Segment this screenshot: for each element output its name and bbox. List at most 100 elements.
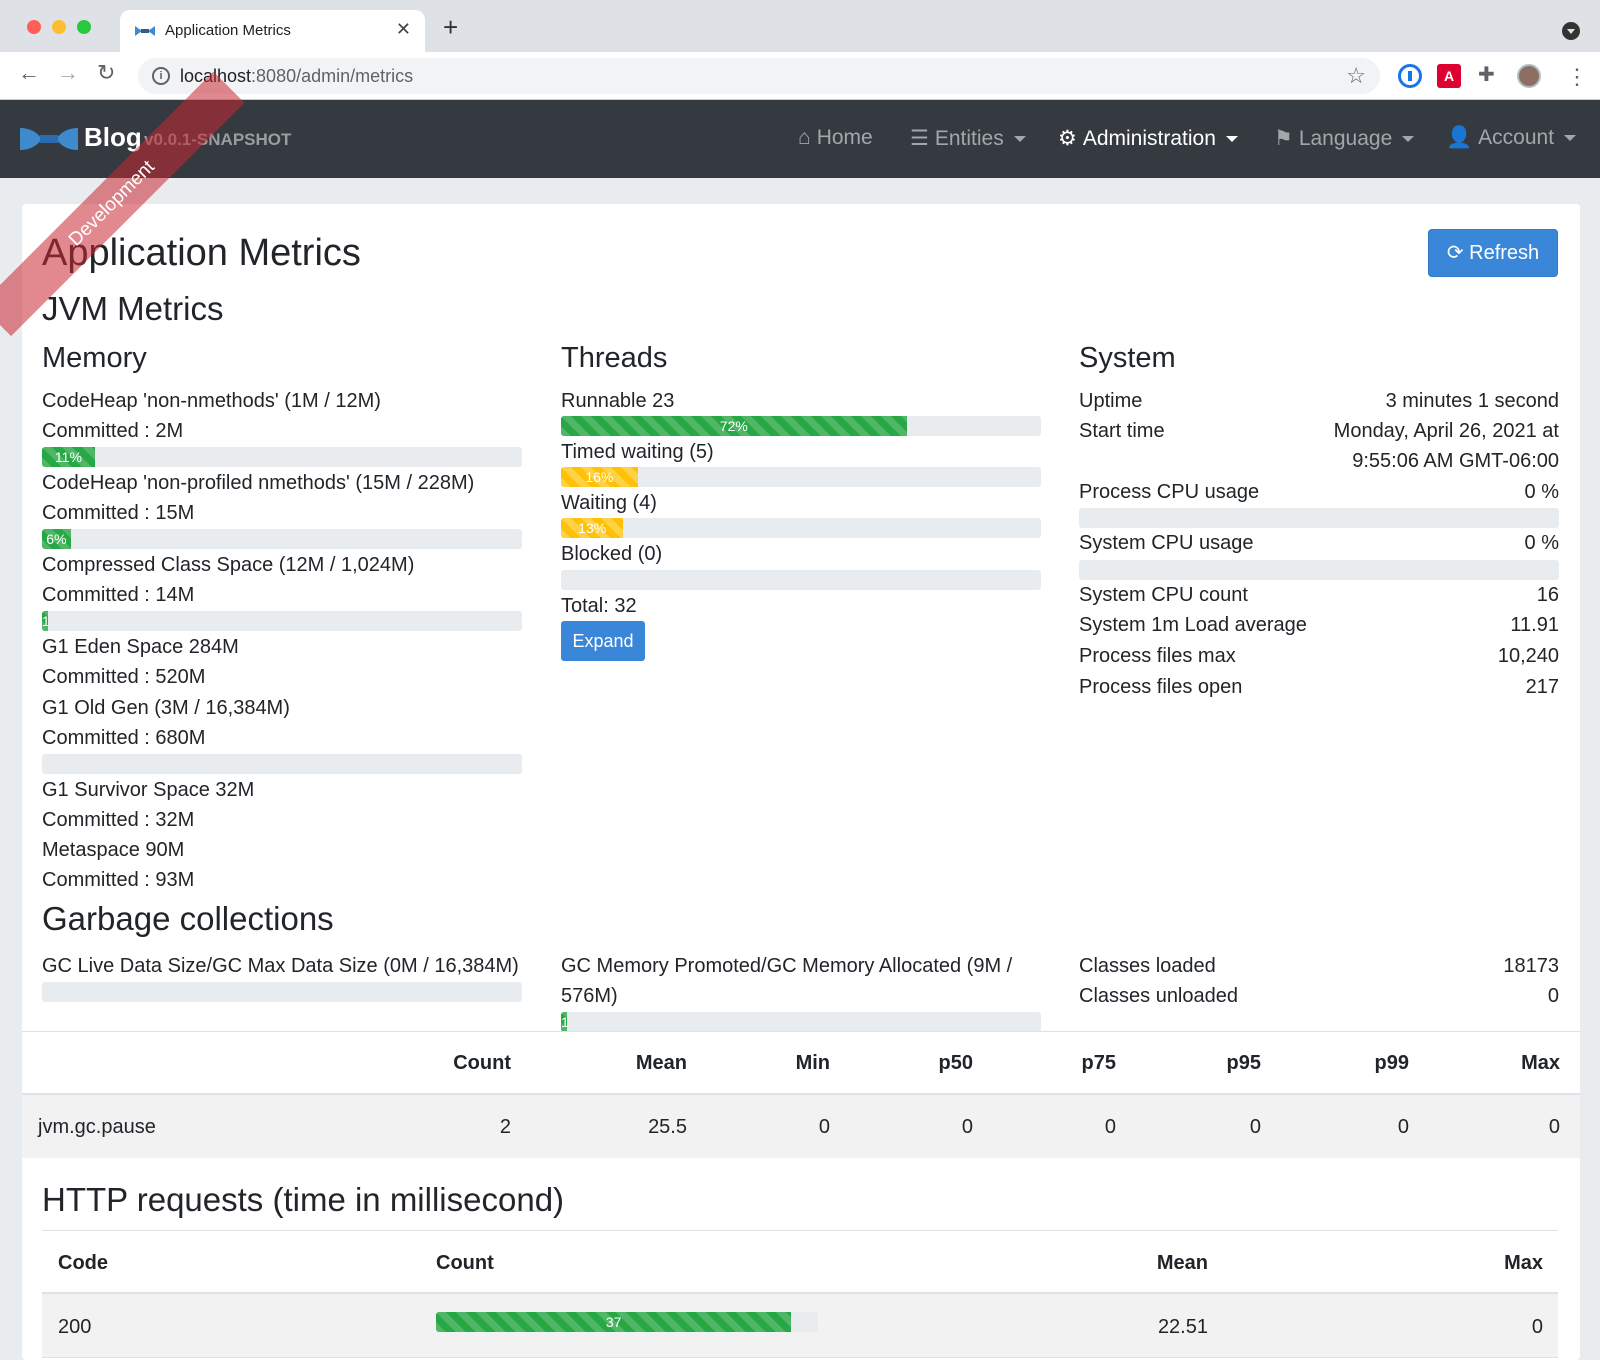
load-average-label: System 1m Load average [1079,614,1307,636]
files-max-label: Process files max [1079,645,1236,667]
http-row-code: 200 [58,1316,92,1338]
chevron-down-icon [1225,136,1238,143]
chevron-down-icon [1402,136,1415,143]
app-navbar: Blog v0.0.1-SNAPSHOT ⌂ Home ☰ Entities ⚙ Ad… [0,100,1600,178]
memory-item-label: Compressed Class Space (12M / 1,024M) [42,554,415,576]
load-average-value: 11.91 [1510,614,1559,636]
system-cpu-bar [1079,560,1559,580]
http-header-count: Count [436,1252,494,1274]
start-time-value-2: 9:55:06 AM GMT-06:00 [1352,450,1559,472]
gc-row-min: 0 [818,1116,830,1138]
gc-header-p75: p75 [1081,1052,1116,1074]
nav-account[interactable]: 👤 Account [1446,126,1577,150]
gc-row-name: jvm.gc.pause [38,1116,156,1138]
memory-item-committed: Committed : 680M [42,727,206,749]
thread-progress-bar [561,570,1041,590]
nav-home-label: Home [816,126,873,149]
memory-progress-bar: 1 [42,611,522,631]
system-cpu-label: System CPU usage [1079,532,1254,554]
http-row-mean: 22.51 [1157,1316,1208,1338]
threads-total: Total: 32 [561,595,637,617]
jhipster-logo-icon[interactable] [20,124,78,154]
classes-unloaded-label: Classes unloaded [1079,985,1238,1007]
http-header-code: Code [58,1252,108,1274]
nav-home[interactable]: ⌂ Home [798,126,873,150]
gc-header-p50: p50 [938,1052,973,1074]
thread-progress-bar: 72% [561,416,1041,436]
process-cpu-bar [1079,508,1559,528]
classes-loaded-label: Classes loaded [1079,955,1216,977]
back-button[interactable]: ← [18,62,40,84]
password-manager-extension-icon[interactable] [1398,64,1422,88]
nav-administration-label: Administration [1082,127,1216,150]
gc-row-mean: 25.5 [648,1116,687,1138]
gc-row-p50: 0 [961,1116,973,1138]
maximize-window-button[interactable] [77,20,91,34]
system-title: System [1079,342,1176,374]
gc-promoted-bar: 1 [561,1012,1041,1032]
refresh-button[interactable]: ⟳ Refresh [1428,229,1558,277]
nav-account-label: Account [1478,126,1555,149]
nav-language[interactable]: ⚑ Language [1274,126,1415,151]
gc-promoted-label: GC Memory Promoted/GC Memory Allocated (… [561,955,1013,977]
http-header-max: Max [1504,1252,1543,1274]
memory-item-committed: Committed : 2M [42,420,184,442]
cpu-count-value: 16 [1536,584,1559,606]
browser-toolbar: ← → ↻ i localhost:8080/admin/metrics ☆ A… [0,52,1600,100]
memory-progress-fill: 6% [42,529,71,549]
gc-live-label: GC Live Data Size/GC Max Data Size (0M /… [42,955,519,977]
flag-icon: ⚑ [1274,127,1293,150]
reload-button[interactable]: ↻ [97,62,115,84]
nav-language-label: Language [1298,127,1393,150]
gc-header-p99: p99 [1374,1052,1409,1074]
chevron-down-icon [1564,135,1577,142]
gc-row-p99: 0 [1397,1116,1409,1138]
gc-row-p95: 0 [1249,1116,1261,1138]
nav-entities[interactable]: ☰ Entities [910,126,1026,151]
close-window-button[interactable] [27,20,41,34]
extensions-puzzle-icon[interactable]: ✚ [1478,62,1495,87]
close-tab-icon[interactable]: ✕ [396,19,411,40]
minimize-window-button[interactable] [52,20,66,34]
gc-title: Garbage collections [42,900,334,937]
chevron-down-icon [1013,136,1026,143]
profile-avatar[interactable] [1517,64,1541,88]
user-icon: 👤 [1446,126,1473,149]
gc-live-bar [42,982,522,1002]
files-open-value: 217 [1525,676,1559,698]
brand-name[interactable]: Blog [84,122,142,153]
forward-button[interactable]: → [57,62,79,84]
start-time-label: Start time [1079,420,1165,442]
gc-header-p95: p95 [1226,1052,1261,1074]
new-tab-button[interactable]: + [443,14,458,40]
memory-item-committed: Committed : 93M [42,869,195,891]
memory-item-committed: Committed : 520M [42,666,206,688]
memory-item-committed: Committed : 15M [42,502,195,524]
gc-row-count: 2 [499,1116,511,1138]
gc-row-p75: 0 [1104,1116,1116,1138]
browser-menu-icon[interactable]: ⋮ [1566,64,1588,90]
cpu-count-label: System CPU count [1079,584,1248,606]
table-row [22,1095,1580,1158]
thread-state-label: Timed waiting (5) [561,441,714,463]
process-cpu-label: Process CPU usage [1079,481,1260,503]
threads-title: Threads [561,342,668,374]
address-bar[interactable]: i localhost:8080/admin/metrics ☆ [138,58,1380,94]
memory-item-committed: Committed : 14M [42,584,195,606]
nav-administration[interactable]: ⚙ Administration [1058,126,1238,151]
jvm-metrics-title: JVM Metrics [42,290,224,327]
uptime-label: Uptime [1079,390,1143,412]
process-cpu-value: 0 % [1524,481,1559,503]
angular-extension-icon[interactable]: A [1437,64,1461,88]
jhipster-favicon-icon [135,26,155,36]
gc-promoted-label-2: 576M) [561,985,618,1007]
classes-unloaded-value: 0 [1547,985,1559,1007]
bookmark-star-icon[interactable]: ☆ [1346,63,1366,89]
expand-threads-button[interactable]: Expand [561,621,645,661]
tab-search-icon[interactable] [1562,22,1580,40]
files-max-value: 10,240 [1497,645,1559,667]
home-icon: ⌂ [798,126,811,149]
browser-tab[interactable]: Application Metrics ✕ [120,10,425,52]
site-info-icon[interactable]: i [152,67,170,85]
memory-progress-bar: 6% [42,529,522,549]
